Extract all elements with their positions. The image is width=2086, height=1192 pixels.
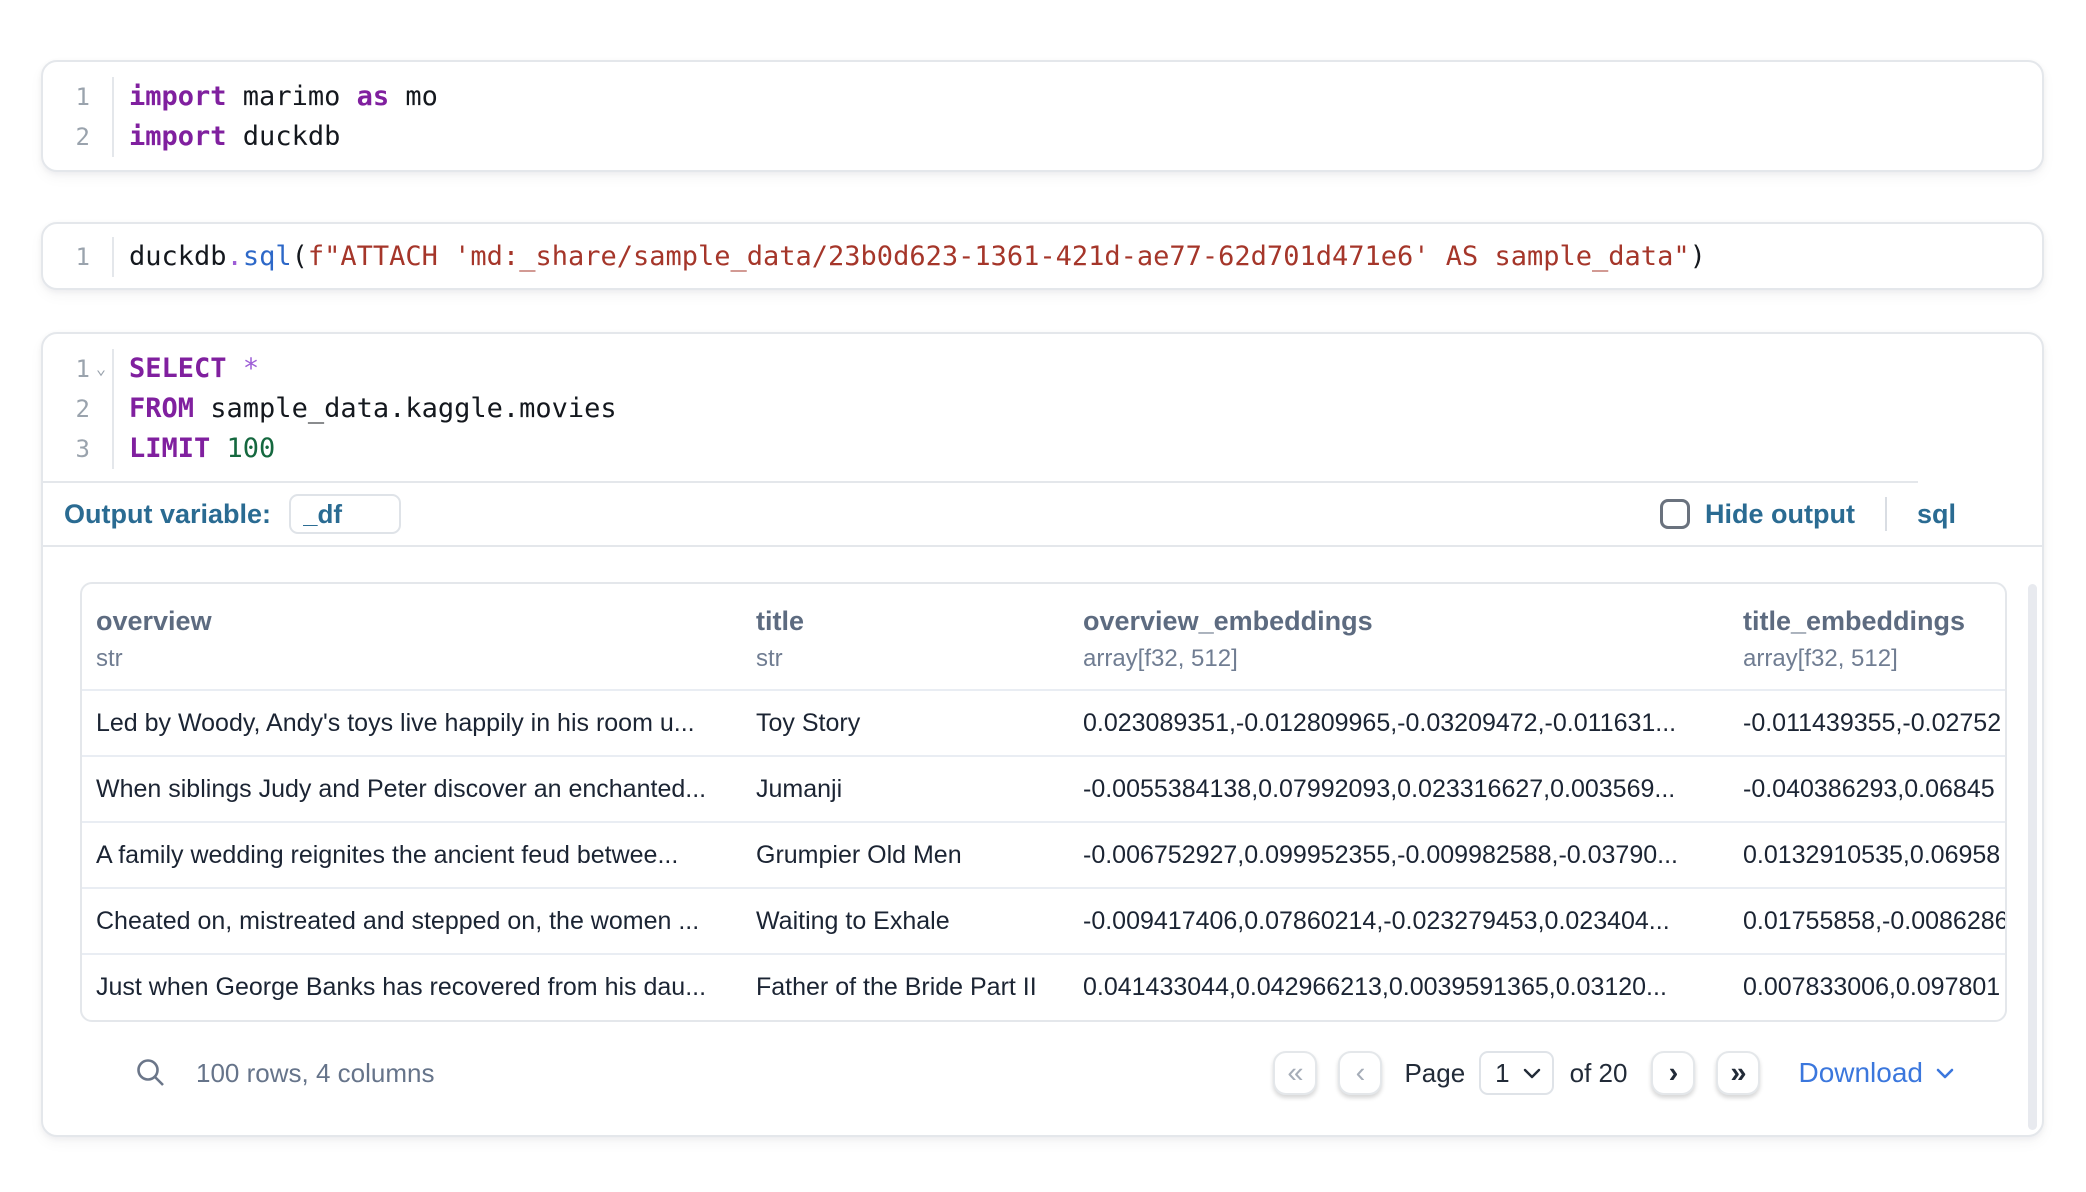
cell-overview: Cheated on, mistreated and stepped on, t…: [82, 888, 742, 954]
cell-overview_embeddings: 0.041433044,0.042966213,0.0039591365,0.0…: [1069, 954, 1729, 1020]
sql-cell: 1⌄SELECT *2FROM sample_data.kaggle.movie…: [41, 332, 2044, 1137]
line-number: 1: [43, 77, 114, 117]
line-number: 2: [43, 117, 114, 157]
code-cell-attach: 1duckdb.sql(f"ATTACH 'md:_share/sample_d…: [41, 222, 2044, 290]
table-body: Led by Woody, Andy's toys live happily i…: [82, 690, 2007, 1020]
table-row[interactable]: When siblings Judy and Peter discover an…: [82, 756, 2007, 822]
hide-output-checkbox[interactable]: [1660, 499, 1690, 529]
hide-output-label[interactable]: Hide output: [1705, 499, 1855, 530]
code-text: FROM sample_data.kaggle.movies: [114, 389, 617, 429]
page-total: of 20: [1570, 1058, 1628, 1089]
cell-overview: A family wedding reignites the ancient f…: [82, 822, 742, 888]
code-editor[interactable]: 1duckdb.sql(f"ATTACH 'md:_share/sample_d…: [43, 224, 2042, 288]
cell-overview_embeddings: -0.006752927,0.099952355,-0.009982588,-0…: [1069, 822, 1729, 888]
line-number: 1⌄: [43, 349, 114, 389]
cell-overview: When siblings Judy and Peter discover an…: [82, 756, 742, 822]
chevron-down-icon: [1935, 1066, 1955, 1080]
code-line[interactable]: 1import marimo as mo: [43, 77, 2042, 117]
cell-overview: Led by Woody, Andy's toys live happily i…: [82, 690, 742, 756]
table-row[interactable]: Cheated on, mistreated and stepped on, t…: [82, 888, 2007, 954]
column-name: title: [756, 606, 1055, 637]
page-label: Page: [1404, 1058, 1465, 1089]
download-button[interactable]: Download: [1798, 1057, 1955, 1089]
cell-title: Jumanji: [742, 756, 1069, 822]
output-scrollbar[interactable]: [2028, 584, 2037, 1130]
code-text: import duckdb: [114, 117, 340, 157]
column-header-overview[interactable]: overview str: [82, 584, 742, 690]
page-select-value: 1: [1495, 1058, 1509, 1089]
code-line[interactable]: 2FROM sample_data.kaggle.movies: [43, 389, 2042, 429]
pagination: « ‹ Page 1 of 20 › » Download: [1273, 1051, 1955, 1095]
column-name: overview: [96, 606, 728, 637]
line-number: 1: [43, 237, 114, 277]
cell-title: Father of the Bride Part II: [742, 954, 1069, 1020]
table-row[interactable]: Just when George Banks has recovered fro…: [82, 954, 2007, 1020]
output-area: overview str title str overview_embeddingsar…: [43, 547, 2042, 1124]
code-editor[interactable]: 1⌄SELECT *2FROM sample_data.kaggle.movie…: [43, 334, 2042, 481]
cell-title_embeddings: -0.040386293,0.06845: [1729, 756, 2007, 822]
code-line[interactable]: 3LIMIT 100: [43, 429, 2042, 469]
table-header: overview str title str overview_embeddingsar…: [82, 584, 2007, 690]
line-number: 2: [43, 389, 114, 429]
code-line[interactable]: 1duckdb.sql(f"ATTACH 'md:_share/sample_d…: [43, 237, 2042, 277]
page-select[interactable]: 1: [1479, 1051, 1553, 1095]
cell-title: Waiting to Exhale: [742, 888, 1069, 954]
download-label: Download: [1798, 1057, 1923, 1089]
cell-overview_embeddings: 0.023089351,-0.012809965,-0.03209472,-0.…: [1069, 690, 1729, 756]
code-text: SELECT *: [114, 349, 259, 389]
code-cell-imports: 1import marimo as mo2import duckdb: [41, 60, 2044, 172]
prev-page-button[interactable]: ‹: [1338, 1051, 1382, 1095]
column-name: overview_embeddings: [1083, 606, 1715, 637]
fold-chevron-icon[interactable]: ⌄: [90, 349, 112, 389]
code-editor[interactable]: 1import marimo as mo2import duckdb: [43, 62, 2042, 169]
cell-title_embeddings: 0.007833006,0.097801: [1729, 954, 2007, 1020]
search-icon[interactable]: [134, 1056, 168, 1090]
last-page-button[interactable]: »: [1716, 1051, 1760, 1095]
toolbar-divider: [1885, 497, 1887, 531]
code-text: import marimo as mo: [114, 77, 438, 117]
cell-title_embeddings: 0.01755858,-0.0086286: [1729, 888, 2007, 954]
dataframe-table: overview str title str overview_embeddingsar…: [80, 582, 2007, 1022]
row-count-summary: 100 rows, 4 columns: [196, 1058, 434, 1089]
next-page-button[interactable]: ›: [1651, 1051, 1695, 1095]
language-badge[interactable]: sql: [1917, 499, 1956, 530]
cell-overview_embeddings: -0.009417406,0.07860214,-0.023279453,0.0…: [1069, 888, 1729, 954]
cell-title_embeddings: -0.011439355,-0.02752: [1729, 690, 2007, 756]
cell-title: Grumpier Old Men: [742, 822, 1069, 888]
chevron-down-icon: [1522, 1066, 1542, 1080]
column-dtype: array[f32, 512]: [1743, 645, 1995, 673]
code-text: LIMIT 100: [114, 429, 275, 469]
output-variable-input[interactable]: [289, 494, 401, 534]
cell-title: Toy Story: [742, 690, 1069, 756]
code-line[interactable]: 1⌄SELECT *: [43, 349, 2042, 389]
column-dtype: array[f32, 512]: [1083, 645, 1715, 673]
cell-overview: Just when George Banks has recovered fro…: [82, 954, 742, 1020]
table-row[interactable]: Led by Woody, Andy's toys live happily i…: [82, 690, 2007, 756]
cell-title_embeddings: 0.0132910535,0.06958: [1729, 822, 2007, 888]
column-name: title_embeddings: [1743, 606, 1995, 637]
code-text: duckdb.sql(f"ATTACH 'md:_share/sample_da…: [114, 237, 1706, 277]
column-header-overview_embeddings[interactable]: overview_embeddings array[f32, 512]: [1069, 584, 1729, 690]
output-variable-label: Output variable:: [64, 499, 271, 530]
column-dtype: str: [756, 645, 1055, 673]
table-row[interactable]: A family wedding reignites the ancient f…: [82, 822, 2007, 888]
first-page-button[interactable]: «: [1273, 1051, 1317, 1095]
cell-overview_embeddings: -0.0055384138,0.07992093,0.023316627,0.0…: [1069, 756, 1729, 822]
sql-toolbar: Output variable: Hide output sql: [43, 483, 2042, 545]
column-header-title[interactable]: title str: [742, 584, 1069, 690]
table-footer: 100 rows, 4 columns « ‹ Page 1 of 20 › »…: [80, 1022, 2004, 1124]
column-header-title_embeddings[interactable]: title_embeddings array[f32, 512]: [1729, 584, 2007, 690]
line-number: 3: [43, 429, 114, 469]
column-dtype: str: [96, 645, 728, 673]
code-line[interactable]: 2import duckdb: [43, 117, 2042, 157]
